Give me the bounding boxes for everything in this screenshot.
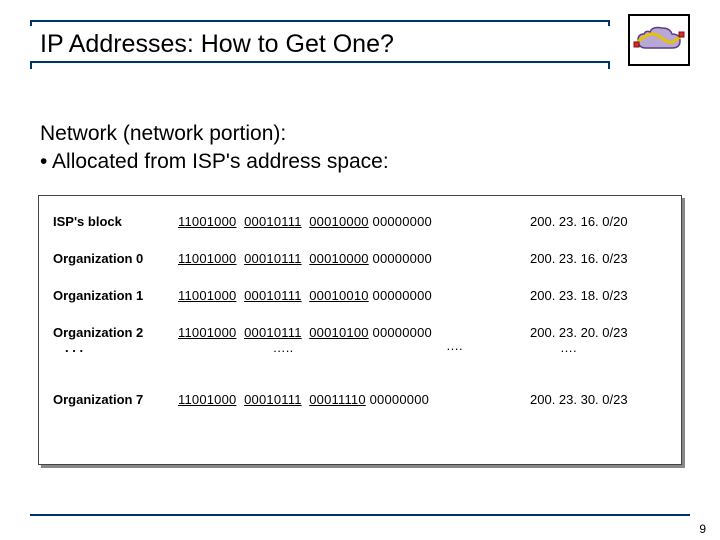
row-label: ISP's block	[53, 214, 178, 229]
table-row: ISP's block 11001000 00010111 00010000 0…	[53, 214, 667, 229]
row-bits: 11001000 00010111 00010000 00000000	[178, 251, 518, 266]
row-bits: 11001000 00010111 00011110 00000000	[178, 392, 518, 407]
page-title: IP Addresses: How to Get One?	[30, 26, 610, 61]
intro-text: Network (network portion): • Allocated f…	[40, 120, 389, 177]
row-cidr: 200. 23. 20. 0/23 …. ….	[518, 325, 653, 370]
table-row: Organization 7 11001000 00010111 0001111…	[53, 392, 667, 407]
page-number: 9	[699, 522, 706, 536]
row-bits: 11001000 00010111 00010010 00000000	[178, 288, 518, 303]
row-label: Organization 2 . . .	[53, 325, 178, 355]
row-cidr: 200. 23. 18. 0/23	[518, 288, 653, 303]
intro-line-2: • Allocated from ISP's address space:	[40, 148, 389, 176]
row-label: Organization 7	[53, 392, 178, 407]
network-cloud-icon	[628, 14, 690, 66]
row-label: Organization 1	[53, 288, 178, 303]
row-cidr: 200. 23. 16. 0/20	[518, 214, 653, 229]
row-label: Organization 0	[53, 251, 178, 266]
ellipsis: . . .	[53, 340, 178, 355]
footer-rule	[30, 514, 690, 516]
intro-line-1: Network (network portion):	[40, 120, 389, 148]
row-bits: 11001000 00010111 00010000 00000000	[178, 214, 518, 229]
ellipsis: …..	[178, 340, 388, 355]
table-row: Organization 0 11001000 00010111 0001000…	[53, 251, 667, 266]
allocation-table: ISP's block 11001000 00010111 00010000 0…	[38, 195, 682, 465]
title-block: IP Addresses: How to Get One?	[30, 20, 610, 67]
table-row: Organization 1 11001000 00010111 0001001…	[53, 288, 667, 303]
table-row: Organization 2 . . . 11001000 00010111 0…	[53, 325, 667, 370]
ellipsis: ….	[440, 338, 563, 353]
row-cidr: 200. 23. 30. 0/23	[518, 392, 653, 407]
row-cidr: 200. 23. 16. 0/23	[518, 251, 653, 266]
